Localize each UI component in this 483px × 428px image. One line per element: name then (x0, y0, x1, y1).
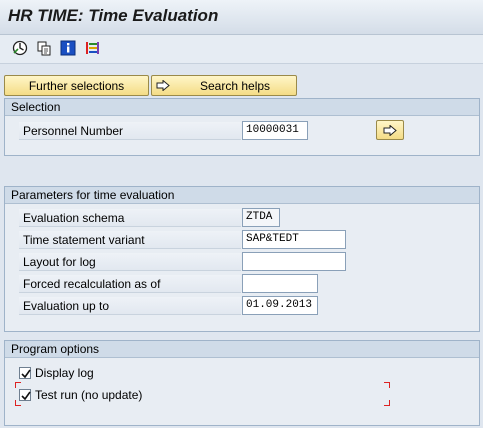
layout-for-log-input[interactable] (242, 252, 346, 271)
info-icon[interactable] (60, 40, 76, 56)
layout-for-log-label: Layout for log (19, 253, 241, 271)
evaluation-up-to-label: Evaluation up to (19, 297, 241, 315)
checkmark-icon (21, 369, 31, 379)
time-statement-variant-input[interactable]: SAP&TEDT (242, 230, 346, 249)
selection-group: Selection Personnel Number 10000031 (4, 98, 480, 156)
evaluation-schema-input[interactable]: ZTDA (242, 208, 280, 227)
search-helps-button[interactable]: Search helps (151, 75, 297, 96)
evaluation-schema-label: Evaluation schema (19, 209, 241, 227)
focus-bracket (15, 382, 21, 388)
program-options-header: Program options (5, 341, 479, 358)
parameters-header: Parameters for time evaluation (5, 187, 479, 204)
arrow-right-icon (156, 80, 170, 91)
display-log-label: Display log (35, 366, 94, 380)
test-run-label: Test run (no update) (35, 388, 143, 402)
multiple-selection-button[interactable] (376, 120, 404, 140)
search-helps-label: Search helps (200, 78, 271, 93)
personnel-number-input[interactable]: 10000031 (242, 121, 308, 140)
further-selections-label: Further selections (28, 78, 125, 93)
time-statement-variant-label: Time statement variant (19, 231, 241, 249)
application-toolbar (0, 35, 483, 64)
arrow-right-icon (383, 124, 397, 136)
copy-icon[interactable] (36, 40, 52, 56)
execute-icon[interactable] (12, 40, 28, 56)
forced-recalculation-label: Forced recalculation as of (19, 275, 241, 293)
focus-bracket (15, 400, 21, 406)
checkmark-icon (21, 391, 31, 401)
page-title: HR TIME: Time Evaluation (8, 6, 219, 25)
selection-header: Selection (5, 99, 479, 116)
evaluation-up-to-input[interactable]: 01.09.2013 (242, 296, 318, 315)
further-selections-button[interactable]: Further selections (4, 75, 149, 96)
forced-recalculation-input[interactable] (242, 274, 318, 293)
program-options-group: Program options Display log Test run (no… (4, 340, 480, 426)
display-log-checkbox[interactable] (19, 367, 31, 379)
parameters-group: Parameters for time evaluation Evaluatio… (4, 186, 480, 332)
layout-icon[interactable] (84, 40, 100, 56)
focus-bracket (384, 382, 390, 388)
focus-bracket (384, 400, 390, 406)
personnel-number-label: Personnel Number (19, 122, 241, 140)
title-bar: HR TIME: Time Evaluation (0, 0, 483, 35)
